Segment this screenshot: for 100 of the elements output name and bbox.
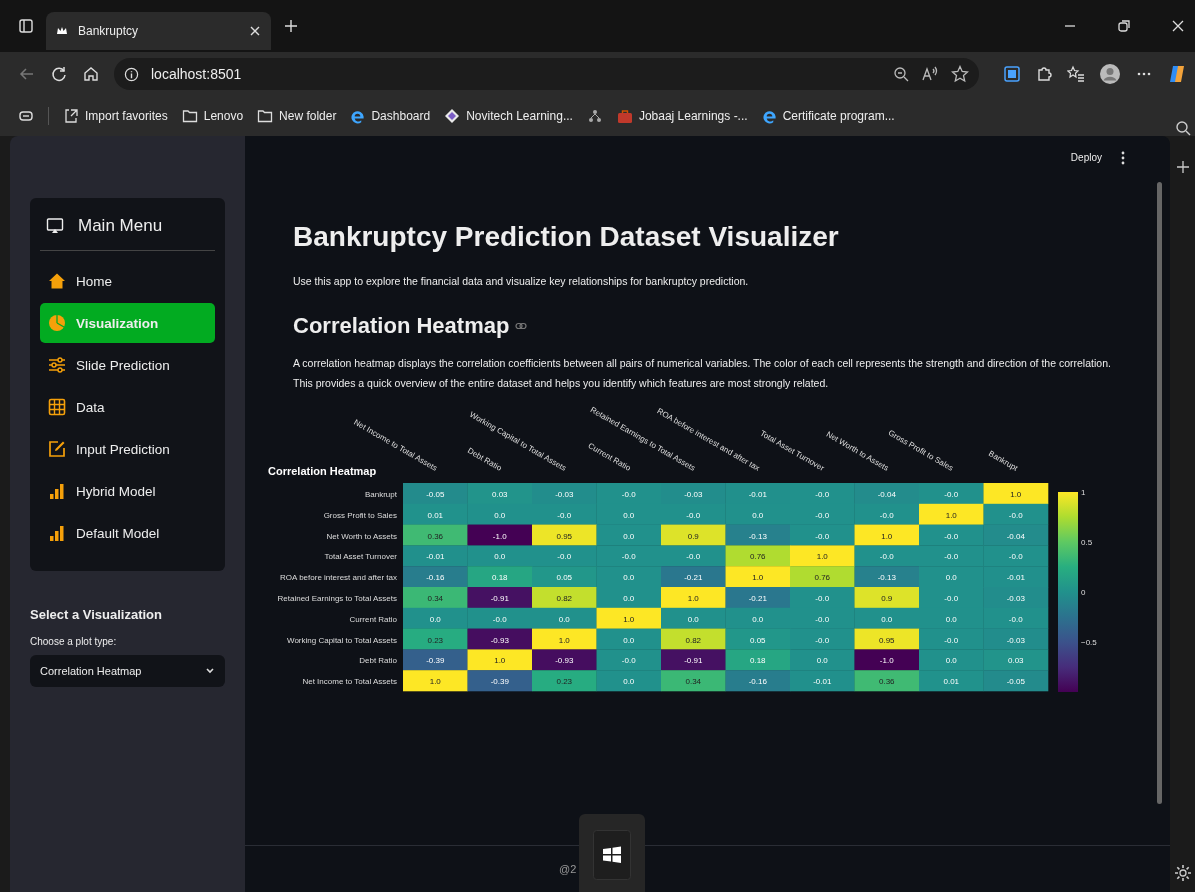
bookmark-label: New folder — [279, 109, 337, 123]
restore-icon[interactable] — [1117, 19, 1131, 33]
heatmap-cell: -0.0 — [919, 545, 984, 567]
settings-icon[interactable] — [1173, 864, 1192, 882]
link-icon[interactable] — [515, 322, 528, 330]
bookmark-item[interactable] — [586, 108, 603, 124]
import-icon — [63, 108, 79, 124]
menu-item[interactable]: Input Prediction — [40, 429, 215, 469]
new-tab-icon[interactable] — [283, 18, 299, 34]
heatmap-cell: 1.0 — [532, 628, 597, 650]
bookmark-item[interactable]: Dashboard — [350, 108, 431, 124]
bar-chart-icon — [48, 482, 66, 500]
search-icon[interactable] — [1174, 120, 1191, 136]
pie-chart-icon — [48, 314, 66, 332]
screen-capture-icon[interactable] — [1003, 65, 1021, 83]
heatmap-cell: -0.04 — [854, 483, 920, 505]
row-label: Retained Earnings to Total Assets — [277, 593, 397, 603]
reading-list-icon[interactable] — [18, 108, 34, 124]
heatmap-cell: 1.0 — [790, 545, 855, 567]
menu-item[interactable]: Data — [40, 387, 215, 427]
plot-type-select[interactable]: Correlation Heatmap — [30, 655, 225, 687]
intro-text: Use this app to explore the financial data and visualize key relationships for bankruptcy prediction. — [293, 275, 750, 287]
heatmap-cell: -0.21 — [661, 566, 726, 588]
heatmap-cell: 0.36 — [854, 670, 920, 692]
menu-item[interactable]: Default Model — [40, 513, 215, 553]
briefcase-icon — [616, 108, 633, 124]
heatmap-cell: -0.0 — [790, 503, 855, 525]
diamond-logo-icon — [444, 108, 461, 124]
colorbar-tick-label: 0 — [1081, 588, 1086, 597]
browser-tab[interactable]: Bankruptcy — [46, 12, 271, 50]
heatmap-cell: 0.05 — [532, 566, 597, 588]
heatmap-cell: -0.01 — [790, 670, 855, 692]
menu-title: Main Menu — [78, 216, 163, 236]
heatmap-cell: 0.03 — [983, 649, 1049, 671]
bar-chart-icon — [48, 524, 66, 542]
copilot-icon[interactable] — [1167, 64, 1187, 84]
folder-icon — [181, 109, 198, 123]
close-icon[interactable] — [249, 25, 261, 37]
heatmap-cell: 0.0 — [596, 566, 662, 588]
bookmark-label: Novitech Learning... — [466, 109, 573, 123]
crown-icon — [56, 25, 68, 37]
heatmap-cell: -0.0 — [661, 503, 726, 525]
close-icon[interactable] — [1171, 19, 1185, 33]
favorites-icon[interactable] — [1067, 65, 1085, 83]
home-icon[interactable] — [82, 65, 100, 83]
heatmap-cell: 0.0 — [467, 545, 533, 567]
tab-actions-icon[interactable] — [18, 18, 34, 34]
menu-item[interactable]: Slide Prediction — [40, 345, 215, 385]
kebab-menu-icon[interactable] — [1120, 150, 1126, 165]
bookmark-item[interactable]: Certificate program... — [761, 108, 895, 124]
bookmark-item[interactable]: Jobaaj Learnings -... — [616, 108, 748, 124]
heatmap-cell: -0.05 — [983, 670, 1049, 692]
heatmap-cell: -0.0 — [919, 524, 984, 546]
heatmap-cell: -0.0 — [854, 545, 920, 567]
description-text: A correlation heatmap displays the correlation coefficients between all pairs of numerical variables. The color of each cell represents the strength and direction of the correlation. This provides a quick overview of the entire dataset and helps you identify which features are most strongly related. — [293, 356, 1112, 391]
network-icon — [586, 108, 603, 124]
heatmap-cell: -1.0 — [854, 649, 920, 671]
footer-text: @2 — [559, 863, 577, 875]
info-icon[interactable] — [124, 66, 139, 82]
heatmap-cell: -0.0 — [983, 545, 1049, 567]
add-icon[interactable] — [1175, 160, 1190, 174]
heatmap-cell: 0.0 — [661, 607, 726, 629]
heatmap-cell: 0.23 — [532, 670, 597, 692]
heatmap-cell: -0.03 — [983, 587, 1049, 609]
menu-item[interactable]: Home — [40, 261, 215, 301]
heatmap-cell: -0.01 — [725, 483, 791, 505]
heatmap-cell: 0.34 — [661, 670, 726, 692]
heatmap-cell: 0.0 — [919, 607, 984, 629]
row-label: Net Income to Total Assets — [302, 677, 397, 687]
heatmap-cell: -0.03 — [661, 483, 726, 505]
heatmap-cell: -0.0 — [790, 628, 855, 650]
table-icon — [48, 398, 66, 416]
row-label: Current Ratio — [349, 614, 397, 624]
heatmap-cell: -0.0 — [596, 483, 662, 505]
bookmark-label: Import favorites — [85, 109, 168, 123]
windows-key-icon — [593, 830, 631, 880]
scrollbar-thumb[interactable] — [1157, 182, 1162, 804]
read-aloud-icon[interactable] — [921, 66, 939, 82]
address-bar[interactable]: localhost:8501 — [114, 58, 979, 90]
bookmark-item[interactable]: New folder — [257, 109, 337, 123]
deploy-button[interactable]: Deploy — [1066, 150, 1106, 165]
zoom-icon[interactable] — [893, 66, 909, 82]
heatmap-cell: -0.21 — [725, 587, 791, 609]
bookmark-item[interactable]: Lenovo — [181, 109, 244, 123]
heatmap-cell: -0.91 — [661, 649, 726, 671]
menu-item[interactable]: Hybrid Model — [40, 471, 215, 511]
heatmap-cell: 0.18 — [725, 649, 791, 671]
extensions-icon[interactable] — [1035, 65, 1053, 83]
heatmap-cell: -0.01 — [983, 566, 1049, 588]
row-label: Bankrupt — [364, 489, 397, 499]
bookmark-item[interactable]: Import favorites — [63, 108, 168, 124]
bookmark-item[interactable]: Novitech Learning... — [444, 108, 573, 124]
profile-avatar-icon[interactable] — [1099, 63, 1121, 85]
e-logo-icon — [761, 108, 777, 124]
star-icon[interactable] — [951, 65, 969, 83]
heatmap-cell: 1.0 — [725, 566, 791, 588]
heatmap-cell: -0.0 — [596, 649, 662, 671]
heatmap-cell: -0.0 — [596, 545, 662, 567]
refresh-icon[interactable] — [50, 65, 68, 83]
e-logo-icon — [350, 108, 366, 124]
